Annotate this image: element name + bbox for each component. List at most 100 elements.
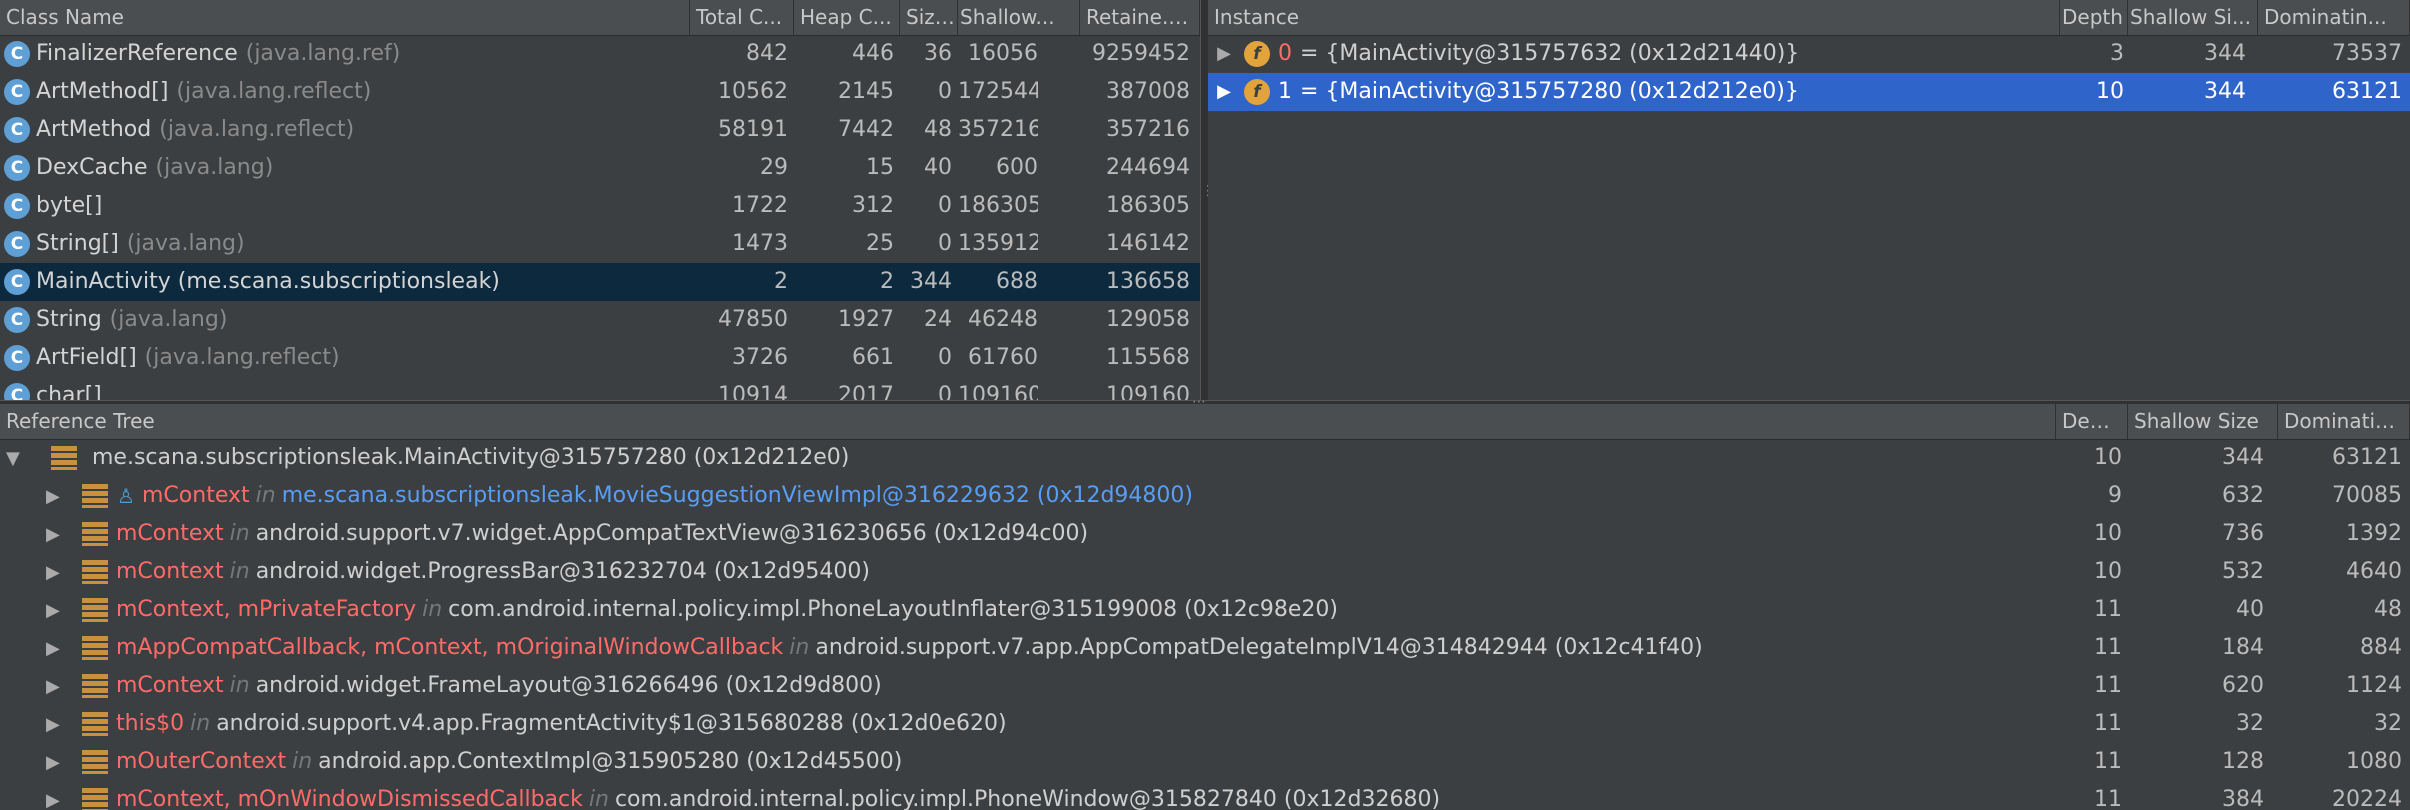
col-class-name[interactable]: Class Name (0, 0, 690, 35)
in-label: in (229, 521, 250, 546)
class-shallow-cell: 186305 (958, 193, 1038, 218)
col-shallow-size[interactable]: Shallow Si... (2128, 0, 2258, 35)
tree-depth-cell: 11 (2094, 749, 2122, 774)
in-label: in (588, 787, 609, 810)
collapse-arrow-icon[interactable]: ▼ (6, 440, 30, 477)
class-row[interactable]: C ArtMethod (java.lang.reflect) 58191 7442 48… (0, 111, 1200, 149)
instance-dominating-cell: 73537 (2332, 41, 2402, 66)
tree-row[interactable]: ▶ mAppCompatCallback, mContext, mOriginal… (0, 629, 2410, 667)
class-sizeof-cell: 48 (924, 117, 952, 142)
class-row[interactable]: C String (java.lang) 47850 1927 24 46248 129058 (0, 301, 1200, 339)
expand-arrow-icon[interactable]: ▶ (46, 592, 70, 629)
tree-row[interactable]: ▶ mContext in android.support.v7.widget.App… (0, 515, 2410, 553)
expand-arrow-icon[interactable]: ▶ (46, 516, 70, 553)
expand-arrow-icon[interactable]: ▶ (1212, 35, 1236, 73)
field-icon: f (1244, 79, 1270, 105)
class-package: (java.lang.reflect) (176, 79, 372, 104)
class-name-cell: Cbyte[] (4, 187, 688, 225)
class-row[interactable]: C String[] (java.lang) 1473 25 0 135912 146142 (0, 225, 1200, 263)
class-heap-cell: 312 (852, 193, 894, 218)
expand-arrow-icon[interactable]: ▶ (46, 744, 70, 781)
instance-index: 0 (1278, 41, 1292, 66)
root-depth: 10 (2094, 445, 2122, 470)
expand-arrow-icon[interactable]: ▶ (46, 478, 70, 515)
in-label: in (255, 483, 276, 508)
root-shallow: 344 (2222, 445, 2264, 470)
class-retained-cell: 387008 (1106, 79, 1190, 104)
class-shallow-cell: 600 (996, 155, 1038, 180)
tree-row[interactable]: ▶ mOuterContext in android.app.ContextImpl@… (0, 743, 2410, 781)
class-row[interactable]: Cchar[] 10914 2017 0 109160 109160 (0, 377, 1200, 400)
tree-depth-cell: 11 (2094, 635, 2122, 660)
class-retained-cell: 244694 (1106, 155, 1190, 180)
class-total-cell: 1473 (732, 231, 788, 256)
expand-arrow-icon[interactable]: ▶ (46, 668, 70, 705)
in-label: in (229, 673, 250, 698)
tree-dominating-cell: 4640 (2346, 559, 2402, 584)
col-shallow-size[interactable]: Shallow... (958, 0, 1080, 35)
col-dominating-size[interactable]: Dominatin... (2278, 404, 2410, 439)
class-row[interactable]: Cbyte[] 1722 312 0 186305 186305 (0, 187, 1200, 225)
in-label: in (422, 597, 443, 622)
reference-target: com.android.internal.policy.impl.PhoneLa… (448, 597, 1338, 622)
tree-dominating-cell: 884 (2360, 635, 2402, 660)
col-instance[interactable]: Instance (1208, 0, 2060, 35)
tree-depth-cell: 10 (2094, 521, 2122, 546)
class-heap-cell: 2 (880, 269, 894, 294)
col-sizeof[interactable]: Sizeof (900, 0, 958, 35)
class-shallow-cell: 135912 (958, 231, 1038, 256)
tree-shallow-cell: 384 (2222, 787, 2264, 810)
col-total-count[interactable]: Total C... (690, 0, 794, 35)
class-icon: C (4, 41, 30, 67)
class-name: ArtField[] (36, 345, 137, 370)
instance-icon (82, 522, 108, 546)
col-retained-size[interactable]: Retaine... ▼ (1080, 0, 1200, 35)
tree-shallow-cell: 620 (2222, 673, 2264, 698)
class-heap-cell: 15 (866, 155, 894, 180)
class-row[interactable]: C ArtField[] (java.lang.reflect) 3726 661 0 61… (0, 339, 1200, 377)
expand-arrow-icon[interactable]: ▶ (46, 706, 70, 743)
tree-row[interactable]: ▶ mContext, mOnWindowDismissedCallback in c… (0, 781, 2410, 810)
class-sizeof-cell: 36 (924, 41, 952, 66)
tree-shallow-cell: 184 (2222, 635, 2264, 660)
instance-dominating-cell: 63121 (2332, 79, 2402, 104)
col-shallow-size[interactable]: Shallow Size (2128, 404, 2278, 439)
sort-desc-icon: ▼ (1187, 13, 1198, 28)
reference-target[interactable]: me.scana.subscriptionsleak.MovieSuggesti… (282, 483, 1193, 508)
reference-target: android.support.v7.app.AppCompatDelegate… (815, 635, 1703, 660)
expand-arrow-icon[interactable]: ▶ (46, 630, 70, 667)
col-heap-count[interactable]: Heap C... (794, 0, 900, 35)
tree-row[interactable]: ▶ mContext in android.widget.FrameLayout@31… (0, 667, 2410, 705)
tree-root-row[interactable]: ▼ me.scana.subscriptionsleak.MainActivit… (0, 439, 2410, 477)
instance-row[interactable]: ▶ f 0 = {MainActivity@315757632 (0x12d21440… (1208, 35, 2410, 73)
tree-depth-cell: 9 (2108, 483, 2122, 508)
expand-arrow-icon[interactable]: ▶ (46, 554, 70, 591)
expand-arrow-icon[interactable]: ▶ (46, 782, 70, 810)
class-row[interactable]: C ArtMethod[] (java.lang.reflect) 10562 2145… (0, 73, 1200, 111)
tree-row[interactable]: ▶ mContext, mPrivateFactory in com.android.… (0, 591, 2410, 629)
col-depth[interactable]: Depth (2056, 404, 2128, 439)
class-shallow-cell: 172544 (958, 79, 1038, 104)
class-icon: C (4, 79, 30, 105)
tree-row[interactable]: ▶ mContext in android.widget.ProgressBar@31… (0, 553, 2410, 591)
col-reference-tree[interactable]: Reference Tree (0, 404, 2056, 439)
tree-row[interactable]: ▶ this$0 in android.support.v4.app.Fragment… (0, 705, 2410, 743)
instance-icon (82, 674, 108, 698)
class-row[interactable]: C FinalizerReference (java.lang.ref) 842 446… (0, 35, 1200, 73)
class-name-cell: C String[] (java.lang) (4, 225, 688, 263)
tree-shallow-cell: 532 (2222, 559, 2264, 584)
class-row[interactable]: C DexCache (java.lang) 29 15 40 600 244694 (0, 149, 1200, 187)
class-name: String[] (36, 231, 119, 256)
class-icon: C (4, 307, 30, 333)
tree-depth-cell: 10 (2094, 559, 2122, 584)
instance-row[interactable]: ▶ f 1 = {MainActivity@315757280 (0x12d212e0… (1208, 73, 2410, 111)
tree-row[interactable]: ▶ ♙ mContext in me.scana.subscriptionsleak.M… (0, 477, 2410, 515)
instance-icon (82, 560, 108, 584)
tree-label-cell: ▶ mContext in android.widget.ProgressBar@31… (0, 553, 2050, 591)
expand-arrow-icon[interactable]: ▶ (1212, 73, 1236, 111)
instance-shallow-cell: 344 (2204, 79, 2246, 104)
col-dominating-size[interactable]: Dominatin... (2258, 0, 2410, 35)
class-row[interactable]: C MainActivity (me.scana.subscriptionslea… (0, 263, 1200, 301)
col-depth[interactable]: Depth (2060, 0, 2128, 35)
class-total-cell: 10562 (718, 79, 788, 104)
